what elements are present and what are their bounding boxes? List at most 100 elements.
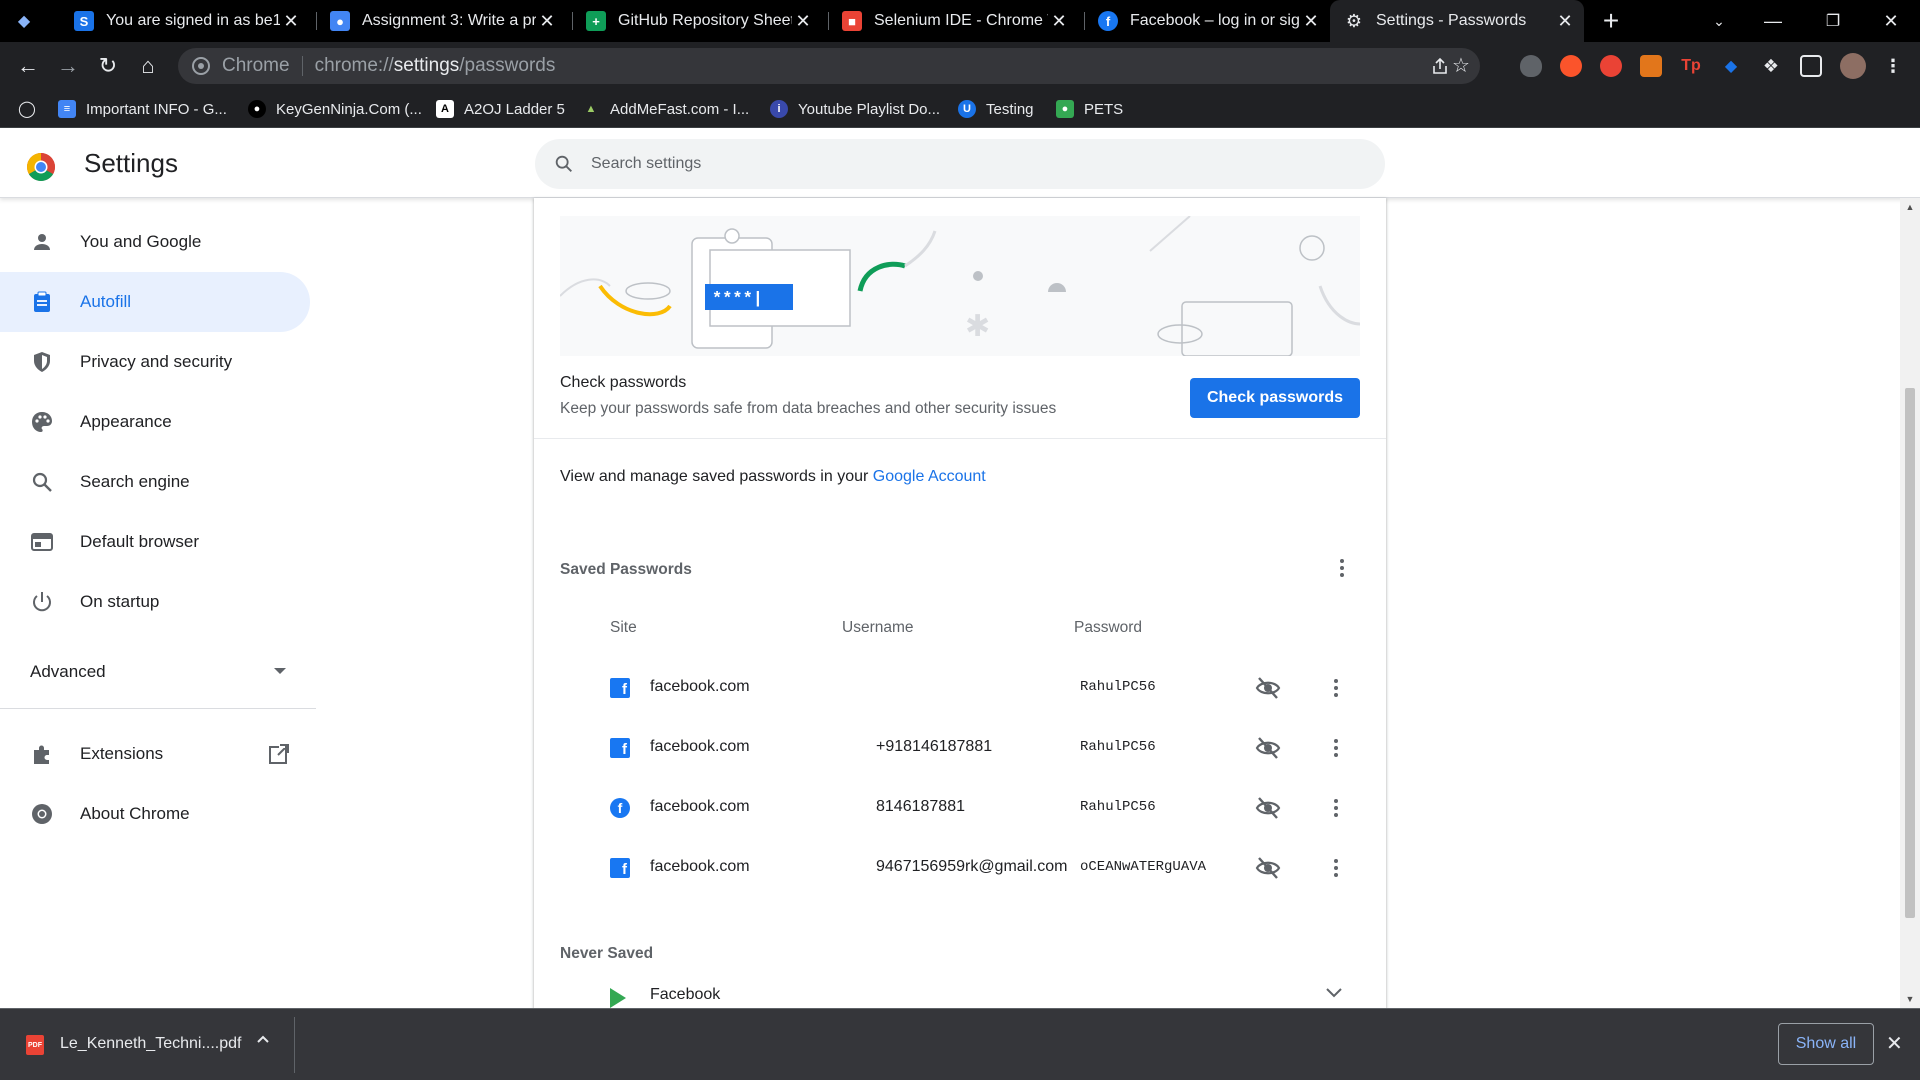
bookmark-label: KeyGenNinja.Com (... [276,100,422,118]
row-more-icon[interactable] [1320,732,1352,764]
puzzle-icon [30,742,54,766]
kebab-menu-icon[interactable]: ⋮ [1882,55,1904,77]
nav-item-appearance[interactable]: Appearance [0,392,310,452]
person-icon [30,230,54,254]
tab-selenium[interactable]: ■ Selenium IDE - Chrome W ✕ [828,0,1078,42]
bookmark-important-info[interactable]: ≡ Important INFO - G... [58,90,227,128]
bookmark-addmefast[interactable]: ▲ AddMeFast.com - I... [582,90,750,128]
nav-item-about-chrome[interactable]: About Chrome [0,784,310,844]
facebook-icon: f [1098,11,1118,31]
nav-item-extensions[interactable]: Extensions [0,724,310,784]
bookmark-youtube-playlist[interactable]: i Youtube Playlist Do... [770,90,940,128]
nav-label: Search engine [80,472,190,491]
puzzle-icon[interactable]: ❖ [1760,55,1782,77]
shield-extension-icon[interactable] [1520,55,1542,77]
manage-passwords-text: View and manage saved passwords in your … [560,468,986,486]
hide-password-icon[interactable] [1254,734,1282,762]
back-button[interactable]: ← [12,50,44,82]
extension-orange-icon[interactable] [1560,55,1582,77]
row-password: oCEANwATERgUAVA [1080,859,1207,875]
new-tab-button[interactable]: + [1596,5,1626,36]
google-account-link[interactable]: Google Account [873,468,986,485]
close-icon[interactable]: ✕ [536,10,558,32]
facebook-icon: f [610,678,630,698]
window-close-button[interactable]: ✕ [1862,0,1920,42]
side-panel-icon[interactable] [1800,55,1822,77]
omnibox-url: chrome://settings/passwords [315,55,556,77]
hide-password-icon[interactable] [1254,854,1282,882]
forward-button[interactable]: → [52,50,84,82]
avatar[interactable] [1840,53,1866,79]
bookmark-a2oj[interactable]: A A2OJ Ladder 5 [436,90,565,128]
chrome-site-icon [190,55,212,77]
check-passwords-button[interactable]: Check passwords [1190,378,1360,418]
nav-item-default-browser[interactable]: Default browser [0,512,310,572]
tab-search-icon[interactable]: ⌄ [1690,0,1748,42]
download-separator [294,1017,295,1073]
omnibox-separator [301,56,303,76]
row-more-icon[interactable] [1320,852,1352,884]
download-filename[interactable]: Le_Kenneth_Techni....pdf [60,1035,241,1053]
close-icon[interactable]: ✕ [792,10,814,32]
row-password: RahulPC56 [1080,679,1156,695]
bookmark-globe[interactable]: ◯ [18,90,46,128]
tab-settings-passwords[interactable]: ⚙ Settings - Passwords ✕ [1330,0,1584,42]
address-bar[interactable]: Chrome chrome://settings/passwords ☆ [178,48,1480,84]
nav-item-you-and-google[interactable]: You and Google [0,212,310,272]
diamond-extension-icon[interactable]: ◆ [1720,55,1742,77]
close-icon[interactable]: ✕ [1886,1031,1903,1056]
bookmark-star-icon[interactable]: ☆ [1452,56,1472,76]
share-icon[interactable] [1430,56,1450,76]
page-scrollbar[interactable]: ▲ ▼ [1900,198,1920,1008]
nav-item-privacy[interactable]: Privacy and security [0,332,310,392]
nav-item-advanced[interactable]: Advanced [0,642,310,702]
show-all-button[interactable]: Show all [1778,1023,1874,1065]
tp-extension-icon[interactable]: Tp [1680,55,1702,77]
hide-password-icon[interactable] [1254,794,1282,822]
bookmark-pets[interactable]: ● PETS [1056,90,1123,128]
search-input[interactable] [591,155,1291,173]
section-divider [534,438,1386,439]
close-icon[interactable]: ✕ [280,10,302,32]
row-more-icon[interactable] [1320,792,1352,824]
nav-label: You and Google [80,232,202,251]
saved-passwords-menu-icon[interactable] [1326,552,1358,584]
tab-title: GitHub Repository Sheet - [618,12,792,29]
chevron-down-icon[interactable] [1324,986,1344,1005]
nav-label: Privacy and security [80,352,233,371]
restore-button[interactable]: ❐ [1804,0,1862,42]
tab-facebook[interactable]: f Facebook – log in or sign u ✕ [1084,0,1330,42]
site-s-icon: S [74,11,94,31]
bookmark-keygenninja[interactable]: ● KeyGenNinja.Com (... [248,90,422,128]
home-button[interactable]: ⌂ [132,50,164,82]
diamond-icon: ◆ [17,13,31,30]
scroll-thumb[interactable] [1905,388,1915,918]
nav-item-search-engine[interactable]: Search engine [0,452,310,512]
reload-button[interactable]: ↻ [92,50,124,82]
tab-pinned[interactable]: ◆ [0,0,60,42]
search-settings-box[interactable] [535,139,1385,189]
never-saved-row[interactable]: Facebook [560,986,1360,1008]
chevron-up-icon[interactable] [256,1031,270,1049]
tab-signed-in[interactable]: S You are signed in as be18 ✕ [60,0,310,42]
nav-item-autofill[interactable]: Autofill [0,272,310,332]
nav-item-on-startup[interactable]: On startup [0,572,310,632]
close-icon[interactable]: ✕ [1554,10,1576,32]
scroll-down-arrow-icon[interactable]: ▼ [1905,994,1915,1004]
password-row: f facebook.com 9467156959rk@gmail.com oC… [560,838,1360,898]
minimize-button[interactable]: — [1744,0,1802,42]
nav-label: Appearance [80,412,172,431]
bookmark-testing[interactable]: U Testing [958,90,1034,128]
tab-github-sheet[interactable]: + GitHub Repository Sheet - ✕ [572,0,822,42]
extension-red-icon[interactable] [1600,55,1622,77]
hide-password-icon[interactable] [1254,674,1282,702]
metamask-icon[interactable] [1640,55,1662,77]
row-more-icon[interactable] [1320,672,1352,704]
nav-label: On startup [80,592,160,611]
close-icon[interactable]: ✕ [1048,10,1070,32]
tab-assignment[interactable]: ● Assignment 3: Write a pro ✕ [316,0,566,42]
scroll-up-arrow-icon[interactable]: ▲ [1905,202,1915,212]
close-icon[interactable]: ✕ [1300,10,1322,32]
bookmark-label: A2OJ Ladder 5 [464,100,565,118]
classroom-icon: ● [330,11,350,31]
